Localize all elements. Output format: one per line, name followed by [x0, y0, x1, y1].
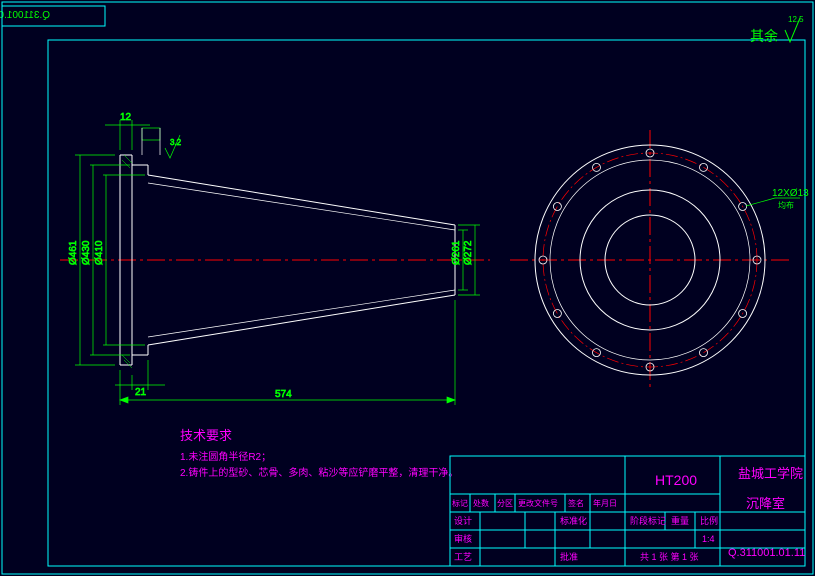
svg-text:签名: 签名 — [568, 498, 584, 508]
dimensions-side: 574 12 21 3.2 Ø461 Ø430 Ø410 Ø272 — [68, 112, 480, 405]
svg-text:均布: 均布 — [778, 200, 794, 210]
svg-text:标记: 标记 — [452, 498, 468, 508]
svg-text:Ø410: Ø410 — [94, 240, 105, 265]
svg-text:审核: 审核 — [454, 533, 472, 544]
tech-requirements: 技术要求 1.未注圆角半径R2； 2.铸件上的型砂、芯骨、多肉、粘沙等应铲磨平整… — [180, 428, 458, 479]
svg-text:处数: 处数 — [473, 498, 489, 508]
outer-frame — [2, 2, 813, 574]
svg-text:比例: 比例 — [700, 515, 718, 526]
svg-text:共 1 张 第 1 张: 共 1 张 第 1 张 — [640, 551, 699, 562]
svg-text:沉降室: 沉降室 — [746, 496, 785, 511]
corner-drawing-number: Q.311001.01.11 — [0, 10, 50, 21]
svg-text:574: 574 — [275, 389, 292, 400]
svg-text:2.铸件上的型砂、芯骨、多肉、粘沙等应铲磨平整，清理干净。: 2.铸件上的型砂、芯骨、多肉、粘沙等应铲磨平整，清理干净。 — [180, 466, 458, 479]
svg-text:技术要求: 技术要求 — [180, 428, 232, 443]
svg-text:1:4: 1:4 — [702, 534, 715, 544]
svg-text:重量: 重量 — [671, 515, 689, 526]
svg-text:更改文件号: 更改文件号 — [518, 498, 558, 508]
svg-text:HT200: HT200 — [655, 472, 697, 488]
svg-text:1.未注圆角半径R2；: 1.未注圆角半径R2； — [180, 450, 271, 463]
svg-text:批准: 批准 — [560, 551, 578, 562]
svg-text:Ø430: Ø430 — [81, 240, 92, 265]
end-view: 12XØ13 均布 — [510, 130, 809, 390]
svg-text:12XØ13: 12XØ13 — [772, 188, 809, 199]
svg-text:分区: 分区 — [497, 499, 513, 508]
svg-text:设计: 设计 — [454, 515, 472, 526]
svg-text:盐城工学院: 盐城工学院 — [738, 466, 803, 481]
svg-text:Ø461: Ø461 — [68, 240, 79, 265]
svg-text:Q.311001.01.11: Q.311001.01.11 — [728, 547, 805, 559]
svg-text:12: 12 — [120, 112, 132, 123]
svg-text:其余: 其余 — [750, 28, 778, 44]
svg-text:年月日: 年月日 — [593, 498, 617, 508]
svg-text:标准化: 标准化 — [560, 515, 587, 526]
svg-text:Ø261: Ø261 — [451, 240, 462, 265]
svg-text:Ø272: Ø272 — [463, 240, 474, 265]
title-block: HT200 盐城工学院 沉降室 比例 重量 阶段标记 1:4 共 1 张 第 1… — [450, 456, 805, 566]
svg-text:工艺: 工艺 — [454, 552, 472, 562]
svg-text:3.2: 3.2 — [170, 138, 182, 147]
side-view — [60, 128, 490, 368]
svg-text:阶段标记: 阶段标记 — [630, 515, 666, 526]
svg-text:21: 21 — [135, 387, 147, 398]
svg-text:12.5: 12.5 — [788, 15, 804, 24]
